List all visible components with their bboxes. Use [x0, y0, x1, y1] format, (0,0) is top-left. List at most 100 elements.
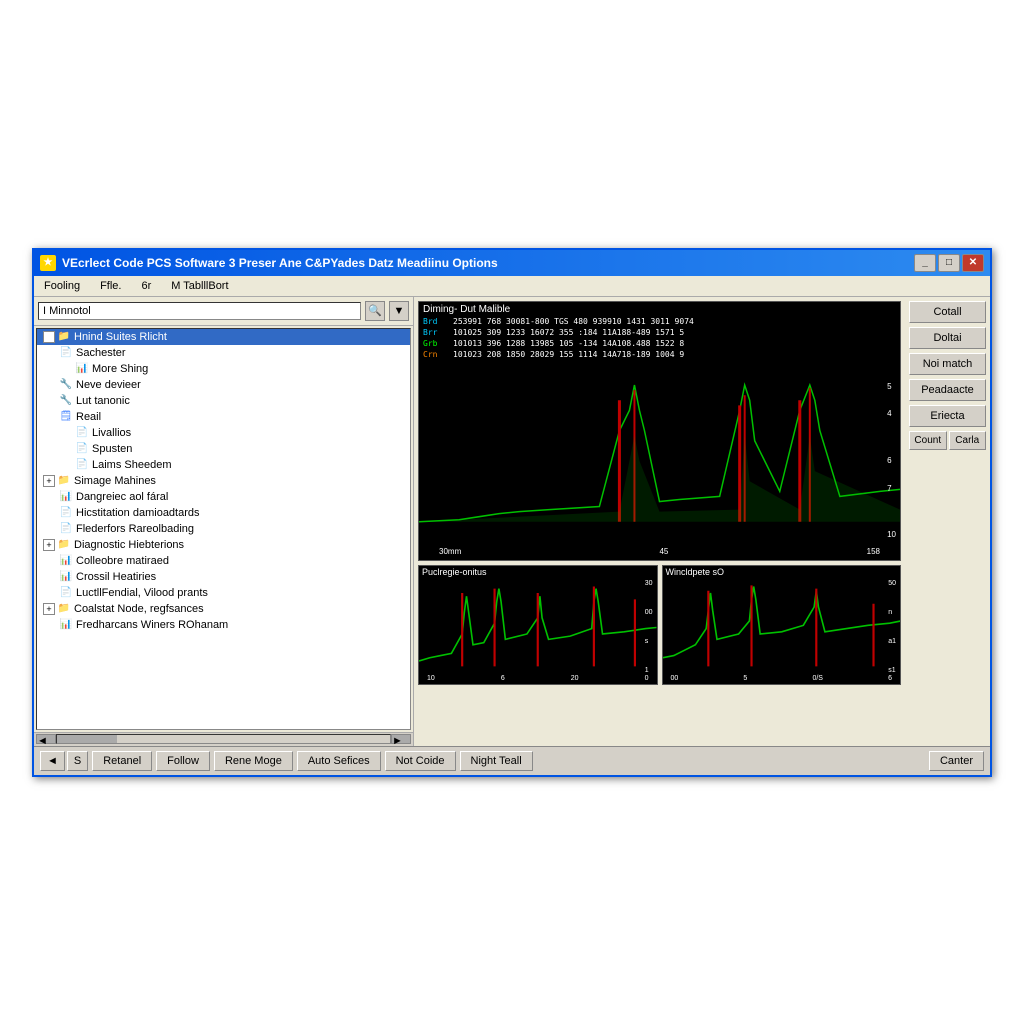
- tree-label-13: Flederfors Rareolbading: [76, 523, 194, 535]
- app-icon: ★: [40, 255, 56, 271]
- tree-node-1[interactable]: - 📁 Hnind Suites Rlicht: [37, 329, 410, 345]
- tree-node-12[interactable]: 📄 Hicstitation damioadtards: [37, 505, 410, 521]
- data-row-crn: Crn 101023 208 1850 28029 155 1114 14A71…: [423, 349, 896, 360]
- tree-label-18: Coalstat Node, regfsances: [74, 603, 204, 615]
- tree-node-11[interactable]: 📊 Dangreiec aol fáral: [37, 489, 410, 505]
- folder-icon-2: 📁: [57, 474, 71, 488]
- tree-expander-10[interactable]: +: [43, 475, 55, 487]
- search-button[interactable]: 🔍: [365, 301, 385, 321]
- noi-match-button[interactable]: Noi match: [909, 353, 986, 375]
- tree-node-16[interactable]: 📊 Crossil Heatiries: [37, 569, 410, 585]
- cotall-button[interactable]: Cotall: [909, 301, 986, 323]
- close-button[interactable]: ✕: [962, 254, 984, 272]
- tree-label-7: Livallios: [92, 427, 131, 439]
- main-content: 🔍 ▼ - 📁 Hnind Suites Rlicht 📄 Sachest: [34, 297, 990, 746]
- sub-chart-1-ylabels: 30 00 s 1: [645, 580, 653, 674]
- scroll-left-btn[interactable]: ◄: [36, 734, 56, 744]
- tree-node-7[interactable]: 📄 Livallios: [37, 425, 410, 441]
- page-icon-6: 📄: [59, 506, 73, 520]
- chart-x-labels: 30mm 45 158: [419, 547, 900, 556]
- follow-button[interactable]: Follow: [156, 751, 210, 771]
- menu-bar: Fooling Ffle. 6r M TablllBort: [34, 276, 990, 297]
- count-button[interactable]: Count: [909, 431, 947, 450]
- sub-chart-2-ylabels: 50 n a1 s1: [888, 580, 896, 674]
- row-label-crn: Crn: [423, 349, 447, 360]
- carla-button[interactable]: Carla: [949, 431, 987, 450]
- tree-label-6: Reail: [76, 411, 101, 423]
- doltai-button[interactable]: Doltai: [909, 327, 986, 349]
- tree-node-3[interactable]: 📊 More Shing: [37, 361, 410, 377]
- tree-scroll[interactable]: - 📁 Hnind Suites Rlicht 📄 Sachester 📊 Mo…: [37, 329, 410, 729]
- folder-icon-4: 📁: [57, 602, 71, 616]
- row-values-brd: 253991 768 30081-800 TGS 480 939910 1431…: [453, 316, 694, 327]
- y-label-7: 10: [887, 530, 896, 539]
- y-label-4: 6: [887, 456, 896, 465]
- tree-node-14[interactable]: + 📁 Diagnostic Hiebterions: [37, 537, 410, 553]
- page-icon-7: 📄: [59, 522, 73, 536]
- minimize-button[interactable]: _: [914, 254, 936, 272]
- row-label-brr: Brr: [423, 327, 447, 338]
- y-label-1: 5: [887, 382, 896, 391]
- auto-sefices-button[interactable]: Auto Sefices: [297, 751, 381, 771]
- nav-prev-button[interactable]: ◄: [40, 751, 65, 771]
- chart-icon-4: 📊: [59, 570, 73, 584]
- tree-node-17[interactable]: 📄 LuctllFendial, Vilood prants: [37, 585, 410, 601]
- menu-tablll[interactable]: M TablllBort: [167, 278, 232, 294]
- scroll-thumb[interactable]: [57, 735, 117, 743]
- scroll-right-btn[interactable]: ►: [391, 734, 411, 744]
- peadaacte-button[interactable]: Peadaacte: [909, 379, 986, 401]
- chart-icon-3: 📊: [59, 554, 73, 568]
- tree-node-9[interactable]: 📄 Laims Sheedem: [37, 457, 410, 473]
- sub-chart-1-xlabels: 10 6 20 0: [419, 675, 657, 682]
- search-options-button[interactable]: ▼: [389, 301, 409, 321]
- main-chart: Diming- Dut Malible Brd 253991 768 30081…: [418, 301, 901, 561]
- maximize-button[interactable]: □: [938, 254, 960, 272]
- tree-expander-1[interactable]: -: [43, 331, 55, 343]
- left-panel: 🔍 ▼ - 📁 Hnind Suites Rlicht 📄 Sachest: [34, 297, 414, 746]
- sub-chart-2-xlabels: 00 5 0/S 6: [663, 675, 901, 682]
- page-icon-8: 📄: [59, 586, 73, 600]
- tree-node-19[interactable]: 📊 Fredharcans Winers ROhanam: [37, 617, 410, 633]
- tree-node-15[interactable]: 📊 Colleobre matiraed: [37, 553, 410, 569]
- menu-ffile[interactable]: Ffle.: [96, 278, 125, 294]
- rene-moge-button[interactable]: Rene Moge: [214, 751, 293, 771]
- folder-icon: 📁: [57, 330, 71, 344]
- horizontal-scrollbar[interactable]: ◄ ►: [34, 732, 413, 746]
- night-teall-button[interactable]: Night Teall: [460, 751, 533, 771]
- tool-icon: 🔧: [59, 378, 73, 392]
- page-icon-2: 🗒: [59, 410, 73, 424]
- search-input[interactable]: [38, 302, 361, 320]
- tree-expander-14[interactable]: +: [43, 539, 55, 551]
- row-values-grb: 101013 396 1288 13985 105 -134 14A108.48…: [453, 338, 684, 349]
- tree-expander-18[interactable]: +: [43, 603, 55, 615]
- sub-chart-1: Puclregie-onitus 10 6: [418, 565, 658, 685]
- canter-button[interactable]: Canter: [929, 751, 984, 771]
- menu-6r[interactable]: 6r: [137, 278, 155, 294]
- retanel-button[interactable]: Retanel: [92, 751, 152, 771]
- eriecta-button[interactable]: Eriecta: [909, 405, 986, 427]
- tree-node-4[interactable]: 🔧 Neve devieer: [37, 377, 410, 393]
- chart-icon-2: 📊: [59, 490, 73, 504]
- tool-icon-2: 🔧: [59, 394, 73, 408]
- tree-node-10[interactable]: + 📁 Simage Mahines: [37, 473, 410, 489]
- row-values-crn: 101023 208 1850 28029 155 1114 14A718-18…: [453, 349, 684, 360]
- bottom-charts: Puclregie-onitus 10 6: [418, 565, 901, 685]
- tree-node-13[interactable]: 📄 Flederfors Rareolbading: [37, 521, 410, 537]
- data-row-brd: Brd 253991 768 30081-800 TGS 480 939910 …: [423, 316, 896, 327]
- data-row-grb: Grb 101013 396 1288 13985 105 -134 14A10…: [423, 338, 896, 349]
- tree-node-8[interactable]: 📄 Spusten: [37, 441, 410, 457]
- tree-label-17: LuctllFendial, Vilood prants: [76, 587, 208, 599]
- menu-fooling[interactable]: Fooling: [40, 278, 84, 294]
- tree-label-3: More Shing: [92, 363, 148, 375]
- tree-node-2[interactable]: 📄 Sachester: [37, 345, 410, 361]
- row-label-grb: Grb: [423, 338, 447, 349]
- main-chart-title: Diming- Dut Malible: [419, 302, 900, 317]
- nav-next-button[interactable]: S: [67, 751, 88, 771]
- tree-node-6[interactable]: 🗒 Reail: [37, 409, 410, 425]
- tree-label-10: Simage Mahines: [74, 475, 156, 487]
- tree-label-12: Hicstitation damioadtards: [76, 507, 200, 519]
- not-coide-button[interactable]: Not Coide: [385, 751, 456, 771]
- scroll-track[interactable]: [56, 734, 391, 744]
- tree-node-18[interactable]: + 📁 Coalstat Node, regfsances: [37, 601, 410, 617]
- tree-node-5[interactable]: 🔧 Lut tanonic: [37, 393, 410, 409]
